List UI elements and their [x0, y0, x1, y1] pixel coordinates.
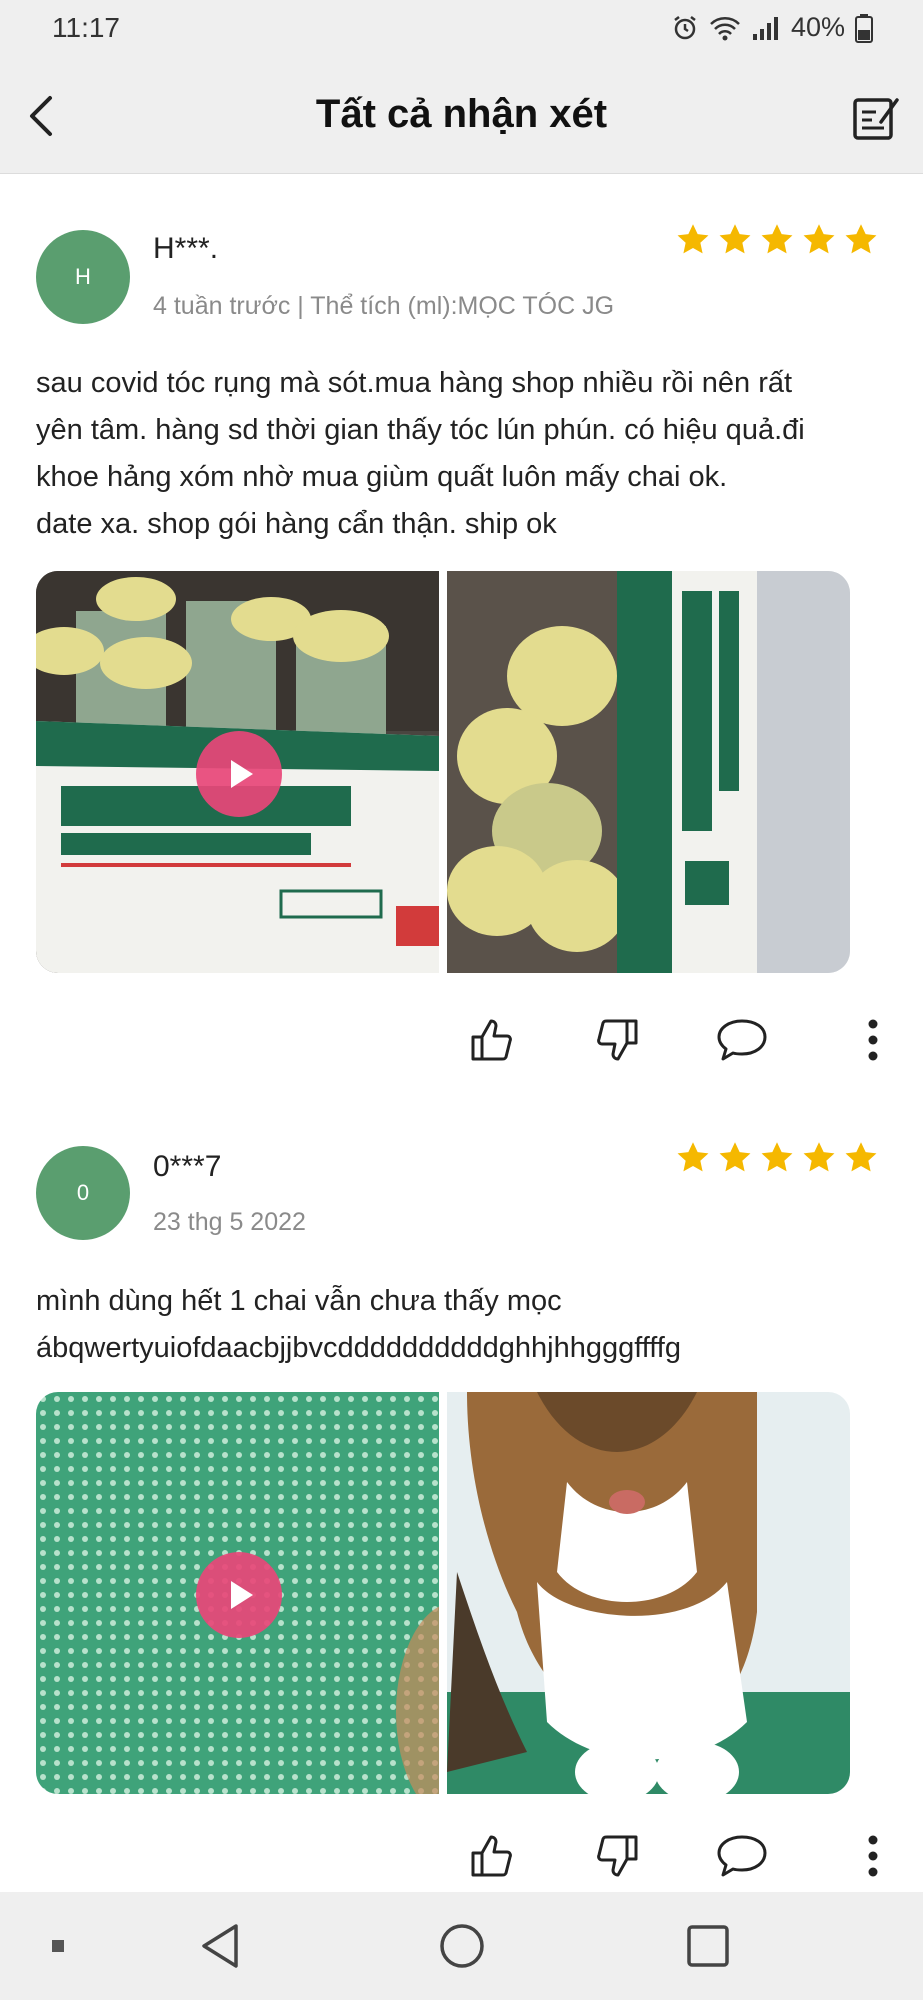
- battery-percent: 40%: [790, 12, 845, 42]
- comment-button[interactable]: [712, 1010, 772, 1070]
- like-button[interactable]: [462, 1826, 522, 1886]
- edit-note-icon: [853, 98, 899, 140]
- page-title: Tất cả nhận xét: [315, 92, 608, 136]
- dislike-button[interactable]: [587, 1010, 647, 1070]
- battery-icon: [855, 13, 873, 43]
- comment-bubble-icon: [717, 1835, 767, 1877]
- reviewer-name: H***.: [153, 232, 219, 265]
- product-bottles-photo: [447, 571, 850, 973]
- play-button[interactable]: [196, 731, 282, 817]
- review-video-thumbnail[interactable]: [36, 571, 439, 973]
- more-vertical-icon: [868, 1835, 878, 1877]
- signal-icon: [752, 16, 778, 40]
- media-row: [36, 571, 850, 973]
- more-button[interactable]: [843, 1826, 903, 1886]
- nav-home-button[interactable]: [434, 1918, 490, 1974]
- status-icons: 40%: [671, 12, 873, 43]
- avatar-initial: 0: [76, 1180, 90, 1205]
- avatar-initial: H: [75, 264, 91, 289]
- star-icon: [719, 224, 751, 254]
- star-icon: [677, 224, 709, 254]
- review-actions: [0, 1010, 923, 1080]
- play-button[interactable]: [196, 1552, 282, 1638]
- review-item: H H***. 4 tuần trước | Thể tích (ml):MỌC…: [0, 174, 923, 1094]
- star-icon: [845, 224, 877, 254]
- circle-home-icon: [440, 1924, 484, 1968]
- more-vertical-icon: [868, 1019, 878, 1061]
- dislike-button[interactable]: [587, 1826, 647, 1886]
- star-icon: [803, 224, 835, 254]
- review-text: sau covid tóc rụng mà sót.mua hàng shop …: [36, 367, 805, 540]
- play-icon: [231, 760, 253, 788]
- reviewer-name: 0***7: [153, 1150, 222, 1183]
- avatar: H: [36, 230, 130, 324]
- star-rating: [675, 1140, 879, 1176]
- wifi-icon: [710, 16, 740, 40]
- comment-button[interactable]: [712, 1826, 772, 1886]
- star-icon: [845, 1142, 877, 1172]
- review-text: mình dùng hết 1 chai vẫn chưa thấy mọc á…: [36, 1285, 681, 1364]
- play-icon: [231, 1581, 253, 1609]
- recents-dot-button[interactable]: [30, 1918, 86, 1974]
- star-icon: [677, 1142, 709, 1172]
- write-review-button[interactable]: [847, 88, 905, 146]
- thumbs-down-icon: [597, 1019, 638, 1061]
- star-icon: [761, 224, 793, 254]
- review-actions: [0, 1826, 923, 1896]
- review-photo[interactable]: [447, 571, 850, 973]
- review-video-thumbnail[interactable]: [36, 1392, 439, 1794]
- star-icon: [719, 1142, 751, 1172]
- triangle-back-icon: [202, 1924, 238, 1968]
- like-button[interactable]: [462, 1010, 522, 1070]
- small-square-icon: [52, 1940, 64, 1952]
- media-row: [36, 1392, 850, 1794]
- app-header: Tất cả nhận xét: [0, 58, 923, 174]
- review-meta: 4 tuần trước | Thể tích (ml):MỌC TÓC JG: [153, 292, 615, 320]
- alarm-icon: [674, 15, 696, 39]
- cat-photo: [447, 1392, 850, 1794]
- status-time: 11:17: [52, 12, 120, 43]
- comment-bubble-icon: [717, 1019, 767, 1061]
- more-button[interactable]: [843, 1010, 903, 1070]
- avatar: 0: [36, 1146, 130, 1240]
- status-bar: 11:17 40%: [0, 0, 923, 58]
- thumbs-up-icon: [471, 1019, 512, 1061]
- thumbs-up-icon: [471, 1835, 512, 1877]
- thumbs-down-icon: [597, 1835, 638, 1877]
- review-photo[interactable]: [447, 1392, 850, 1794]
- nav-overview-button[interactable]: [680, 1918, 736, 1974]
- review-meta: 23 thg 5 2022: [153, 1208, 306, 1236]
- review-item: 0 0***7 23 thg 5 2022 mình dùng hết 1 ch…: [0, 1094, 923, 1894]
- square-overview-icon: [687, 1925, 729, 1967]
- system-nav-bar: [0, 1892, 923, 2000]
- nav-back-button[interactable]: [192, 1918, 248, 1974]
- star-icon: [803, 1142, 835, 1172]
- star-icon: [761, 1142, 793, 1172]
- star-rating: [675, 222, 879, 258]
